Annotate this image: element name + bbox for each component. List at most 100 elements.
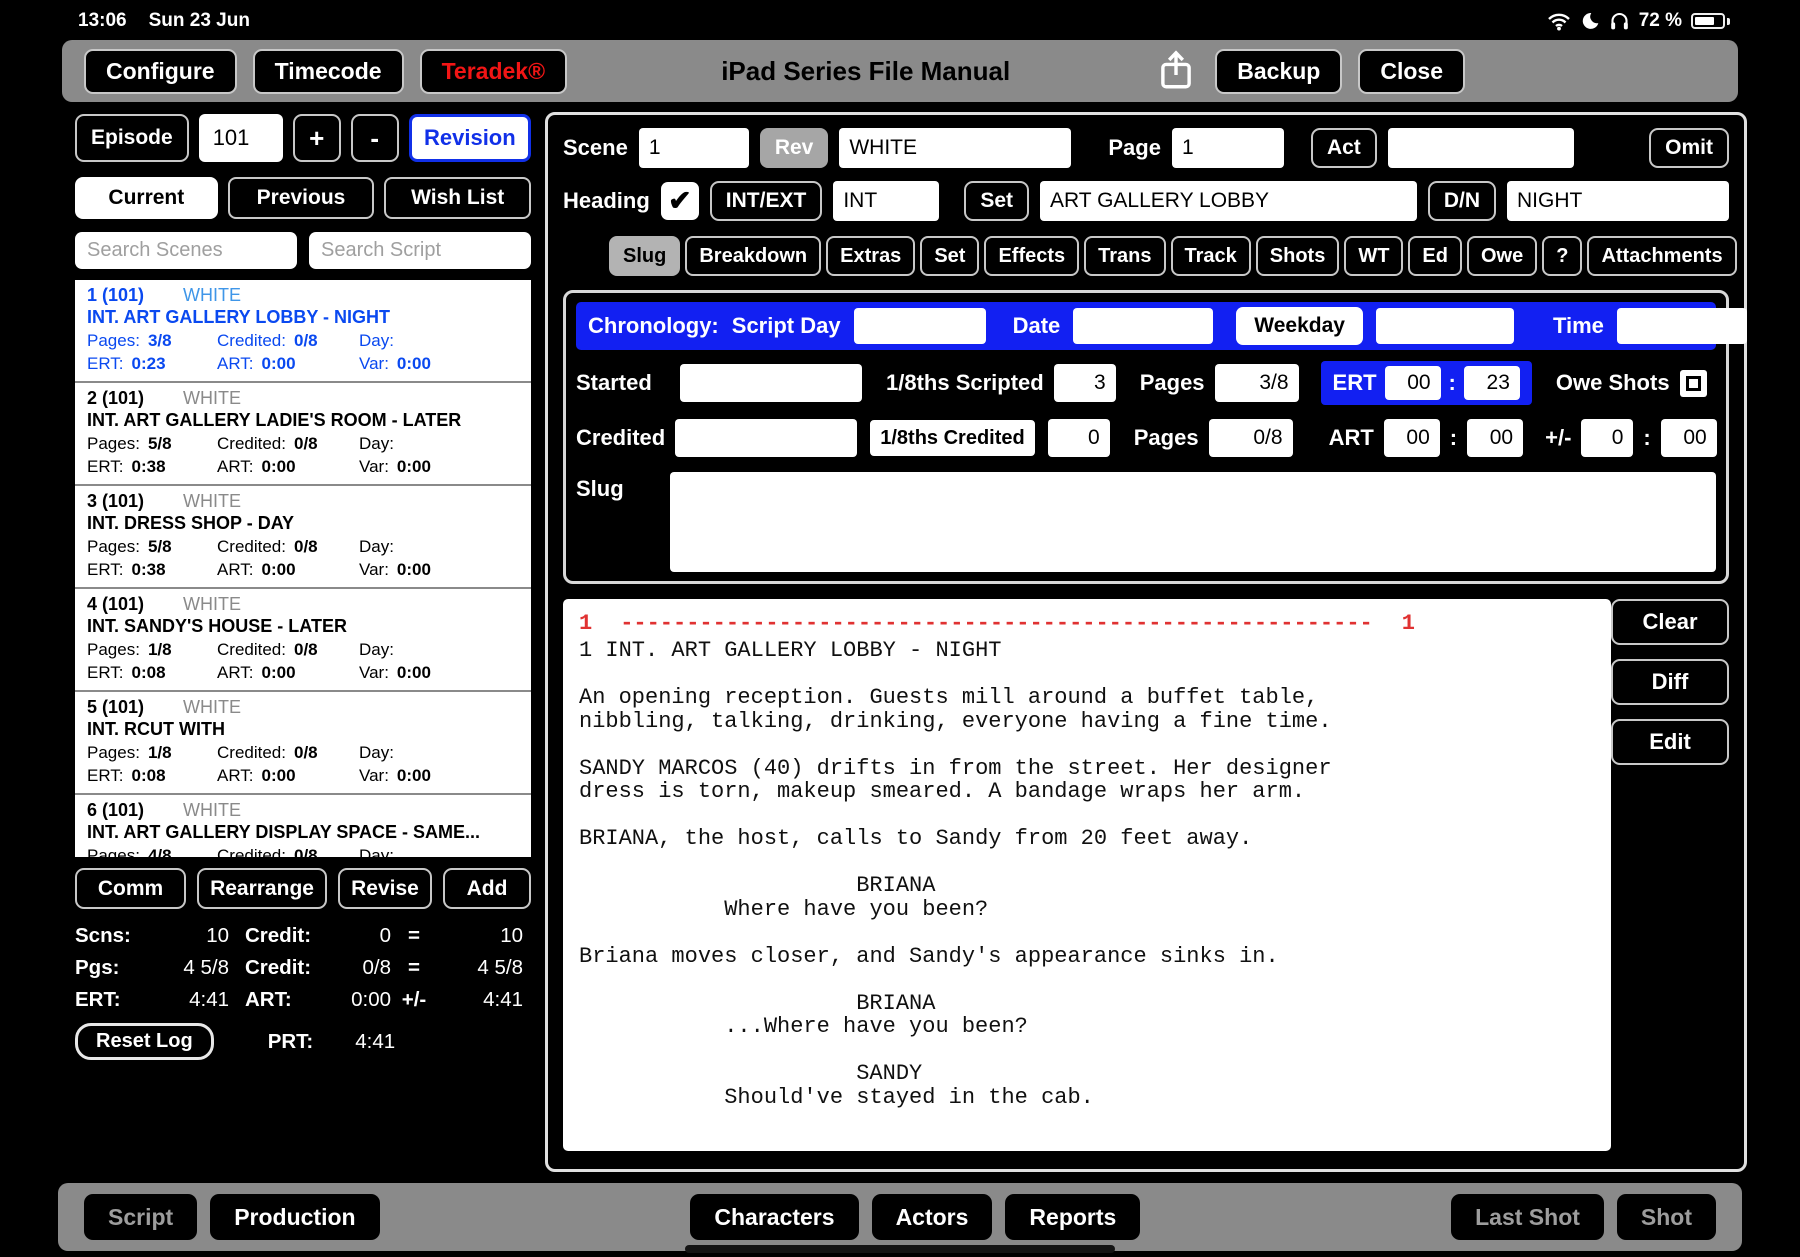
clear-button[interactable]: Clear — [1611, 599, 1729, 645]
heading-checkbox[interactable]: ✔ — [660, 182, 699, 220]
add-button[interactable]: Add — [443, 868, 531, 909]
close-button[interactable]: Close — [1358, 48, 1465, 94]
credited-label: Credited: — [217, 743, 286, 762]
configure-button[interactable]: Configure — [84, 48, 237, 94]
scene-revision-color: WHITE — [183, 594, 241, 614]
revision-color-input[interactable] — [839, 128, 1072, 168]
search-scenes-input[interactable] — [75, 232, 297, 269]
day-night-button[interactable]: D/N — [1427, 181, 1496, 221]
set-input[interactable] — [1040, 181, 1417, 221]
diff-button[interactable]: Diff — [1611, 659, 1729, 705]
ert-hours-input[interactable] — [1384, 366, 1441, 400]
scene-list-item[interactable]: 1 (101) WHITE INT. ART GALLERY LOBBY - N… — [75, 280, 531, 383]
art-minutes-input[interactable] — [1467, 419, 1524, 457]
ert-minutes-input[interactable] — [1463, 366, 1520, 400]
scene-revision-color: WHITE — [183, 285, 241, 305]
rev-button[interactable]: Rev — [759, 128, 829, 168]
scene-list: 1 (101) WHITE INT. ART GALLERY LOBBY - N… — [75, 280, 531, 857]
tab-set[interactable]: Set — [920, 236, 980, 276]
pages-value: 1/8 — [147, 640, 172, 659]
set-button[interactable]: Set — [964, 181, 1029, 221]
credited-input[interactable] — [675, 419, 858, 457]
pages-credited-input[interactable] — [1208, 419, 1293, 457]
tab-attachments[interactable]: Attachments — [1587, 236, 1737, 276]
weekday-input[interactable] — [1375, 308, 1514, 344]
tab-shots[interactable]: Shots — [1255, 236, 1340, 276]
time-label: Time — [1552, 313, 1604, 338]
stat-value: 4:41 — [483, 988, 523, 1011]
act-button[interactable]: Act — [1310, 128, 1377, 168]
scene-list-item[interactable]: 3 (101) WHITE INT. DRESS SHOP - DAY Page… — [75, 486, 531, 589]
eighths-credited-button[interactable]: 1/8ths Credited — [867, 417, 1038, 459]
page-number-input[interactable] — [1171, 128, 1284, 168]
weekday-button[interactable]: Weekday — [1236, 307, 1363, 345]
share-icon[interactable] — [1153, 50, 1199, 92]
script-day-input[interactable] — [853, 308, 986, 344]
art-hours-input[interactable] — [1383, 419, 1440, 457]
variance-hours-input[interactable] — [1581, 419, 1634, 457]
episode-minus-button[interactable]: - — [350, 114, 399, 162]
edit-button[interactable]: Edit — [1611, 719, 1729, 765]
revise-button[interactable]: Revise — [338, 868, 432, 909]
tab-help[interactable]: ? — [1542, 236, 1583, 276]
variance-minutes-input[interactable] — [1660, 419, 1717, 457]
started-input[interactable] — [680, 364, 862, 402]
day-night-input[interactable] — [1507, 181, 1729, 221]
art-colon: : — [1449, 425, 1458, 450]
script-button[interactable]: Script — [84, 1194, 198, 1240]
eighths-scripted-input[interactable] — [1053, 364, 1116, 402]
script-line-blank — [579, 851, 1415, 875]
scene-list-item[interactable]: 4 (101) WHITE INT. SANDY'S HOUSE - LATER… — [75, 589, 531, 692]
home-indicator[interactable] — [685, 1245, 1115, 1253]
comm-button[interactable]: Comm — [75, 868, 186, 909]
rearrange-button[interactable]: Rearrange — [197, 868, 327, 909]
episode-number-input[interactable] — [198, 114, 283, 162]
time-input[interactable] — [1616, 308, 1747, 344]
script-page[interactable]: 1 --------------------------------------… — [563, 599, 1611, 1151]
tab-previous[interactable]: Previous — [227, 177, 375, 219]
reset-log-button[interactable]: Reset Log — [75, 1023, 214, 1060]
tab-effects[interactable]: Effects — [984, 236, 1080, 276]
tab-extras[interactable]: Extras — [826, 236, 916, 276]
backup-button[interactable]: Backup — [1215, 48, 1343, 94]
search-script-input[interactable] — [309, 232, 531, 269]
production-button[interactable]: Production — [210, 1194, 380, 1240]
tab-slug[interactable]: Slug — [609, 236, 681, 276]
int-ext-input[interactable] — [833, 181, 940, 221]
tab-wish-list[interactable]: Wish List — [384, 177, 532, 219]
act-input[interactable] — [1387, 128, 1574, 168]
characters-button[interactable]: Characters — [690, 1194, 859, 1240]
eighths-credited-input[interactable] — [1047, 419, 1110, 457]
actors-button[interactable]: Actors — [871, 1194, 993, 1240]
revision-button[interactable]: Revision — [408, 114, 531, 162]
scene-list-item[interactable]: 5 (101) WHITE INT. RCUT WITH Pages: 1/8 C… — [75, 692, 531, 795]
tab-current[interactable]: Current — [75, 177, 218, 219]
shot-button[interactable]: Shot — [1616, 1194, 1717, 1240]
scene-slug: INT. RCUT WITH — [87, 719, 225, 739]
pages-scripted-input[interactable] — [1214, 364, 1299, 402]
episode-button[interactable]: Episode — [75, 114, 189, 162]
script-line-dialog: Where have you been? — [724, 896, 989, 922]
date-input[interactable] — [1073, 308, 1214, 344]
tab-owe[interactable]: Owe — [1466, 236, 1538, 276]
tab-trans[interactable]: Trans — [1084, 236, 1166, 276]
page-divider: ----------------------------------------… — [620, 610, 1374, 636]
timecode-button[interactable]: Timecode — [252, 48, 404, 94]
var-label: Var: — [359, 354, 389, 373]
reports-button[interactable]: Reports — [1005, 1194, 1141, 1240]
int-ext-button[interactable]: INT/EXT — [709, 181, 823, 221]
slug-textarea[interactable] — [670, 472, 1716, 572]
scene-list-item[interactable]: 2 (101) WHITE INT. ART GALLERY LADIE'S R… — [75, 383, 531, 486]
teradek-button[interactable]: Teradek® — [419, 48, 568, 94]
tab-track[interactable]: Track — [1170, 236, 1251, 276]
scene-list-item[interactable]: 6 (101) WHITE INT. ART GALLERY DISPLAY S… — [75, 795, 531, 857]
tab-ed[interactable]: Ed — [1408, 236, 1462, 276]
slug-label: Slug — [576, 476, 624, 501]
episode-plus-button[interactable]: + — [292, 114, 341, 162]
scene-number-input[interactable] — [638, 128, 749, 168]
last-shot-button[interactable]: Last Shot — [1451, 1194, 1604, 1240]
tab-wt[interactable]: WT — [1344, 236, 1404, 276]
tab-breakdown[interactable]: Breakdown — [685, 236, 822, 276]
owe-shots-checkbox[interactable] — [1679, 369, 1707, 397]
omit-button[interactable]: Omit — [1649, 128, 1729, 168]
